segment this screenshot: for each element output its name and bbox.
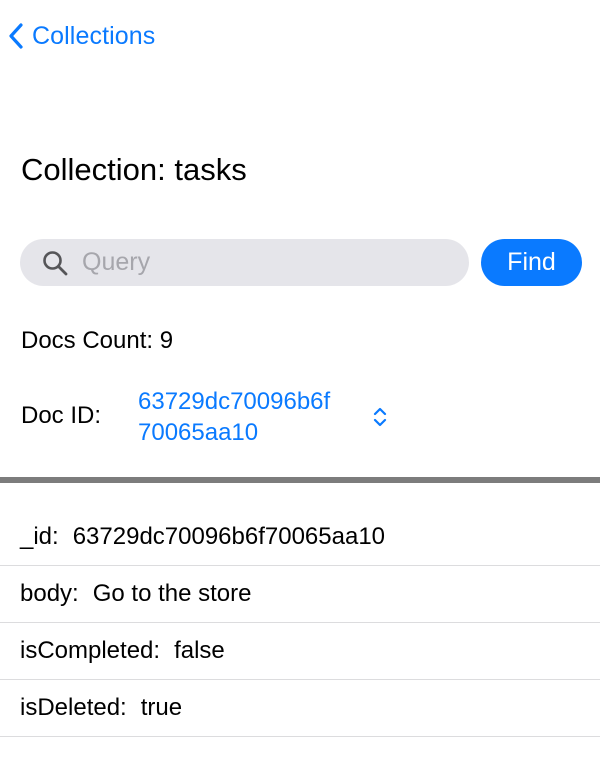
field-key: isCompleted: — [20, 637, 161, 664]
field-row-is-deleted: isDeleted: true — [0, 680, 600, 737]
search-input[interactable] — [82, 248, 442, 277]
find-button[interactable]: Find — [481, 239, 582, 286]
back-button[interactable]: Collections — [8, 18, 155, 54]
field-row-is-completed: isCompleted: false — [0, 623, 600, 680]
back-button-label: Collections — [32, 21, 156, 50]
field-row-id: _id: 63729dc70096b6f70065aa10 — [0, 509, 600, 566]
field-value: 63729dc70096b6f70065aa10 — [72, 523, 386, 550]
doc-id-value: 63729dc70096b6f 70065aa10 — [138, 386, 368, 448]
field-value: true — [140, 694, 183, 721]
field-value: false — [174, 637, 225, 664]
page-title: Collection: tasks — [21, 152, 247, 187]
docs-count: Docs Count: 9 — [21, 327, 174, 354]
search-bar[interactable] — [20, 239, 469, 286]
field-key: isDeleted: — [20, 694, 127, 721]
field-key: _id: — [20, 523, 59, 550]
field-value: Go to the store — [92, 580, 252, 607]
search-icon — [42, 250, 68, 276]
chevron-up-down-icon — [368, 405, 388, 429]
doc-id-label: Doc ID: — [21, 402, 102, 429]
doc-id-value-line-2: 70065aa10 — [138, 419, 259, 446]
doc-id-picker[interactable]: 63729dc70096b6f 70065aa10 — [138, 386, 388, 448]
section-divider — [0, 477, 600, 483]
doc-id-value-line-1: 63729dc70096b6f — [138, 388, 331, 415]
field-row-body: body: Go to the store — [0, 566, 600, 623]
chevron-left-icon — [8, 23, 24, 49]
field-key: body: — [20, 580, 79, 607]
document-fields-list: _id: 63729dc70096b6f70065aa10 body: Go t… — [0, 509, 600, 737]
